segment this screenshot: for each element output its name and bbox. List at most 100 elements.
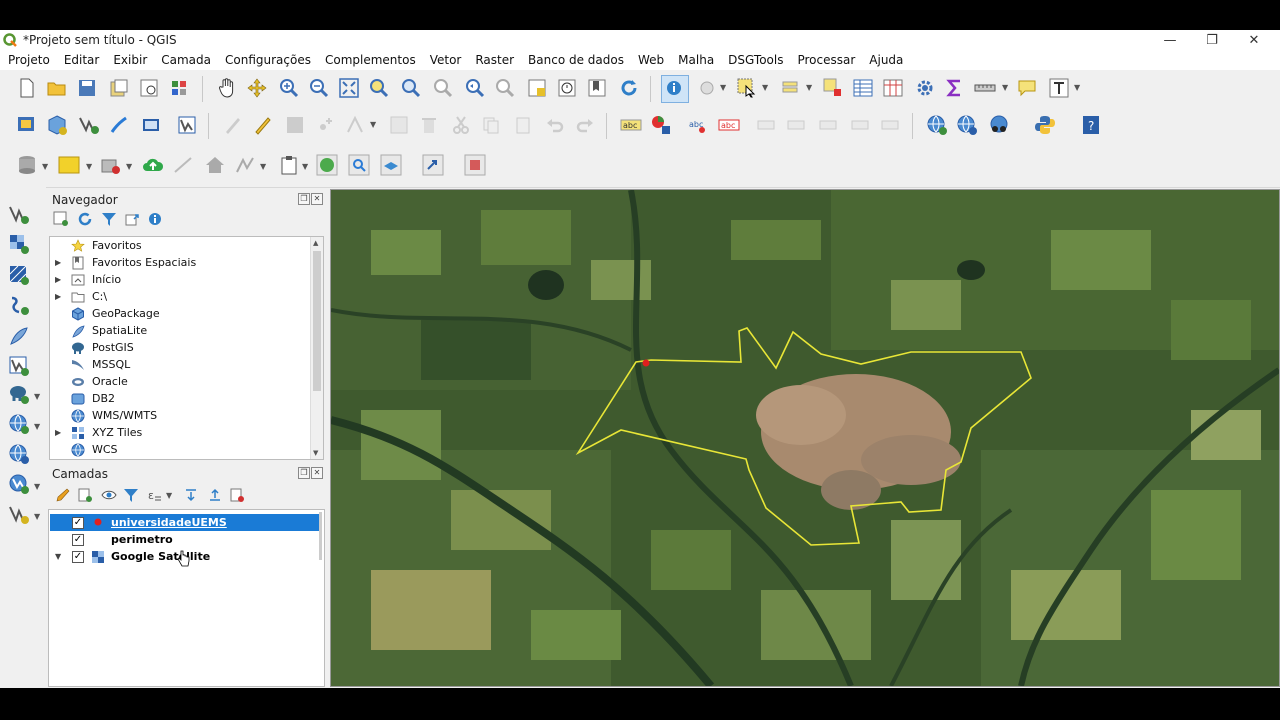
navigator-scrollbar[interactable]: ▲ ▼ [310,237,323,459]
layer-row-perimetro[interactable]: ✓ perimetro [50,531,321,548]
add-virtual-side-button[interactable] [8,355,30,377]
manage-map-themes-button[interactable] [100,486,118,504]
dropdown-arrow-icon[interactable]: ▼ [260,163,268,171]
add-postgis-layer-button[interactable] [8,383,30,405]
zoom-next-button[interactable] [494,77,516,99]
scrollbar-thumb[interactable] [313,251,321,391]
cloud-upload-button[interactable] [142,154,164,176]
menu-projeto[interactable]: Projeto [0,53,56,67]
expand-arrow-icon[interactable]: ▶ [55,258,61,267]
collapse-all-button[interactable] [124,210,142,228]
rotate-label-button[interactable] [786,114,808,136]
expand-arrow-icon[interactable]: ▶ [55,428,61,437]
add-selected-layers-button[interactable] [52,210,70,228]
new-project-button[interactable] [16,77,38,99]
close-button[interactable]: ✕ [1234,30,1274,50]
dropdown-arrow-icon[interactable]: ▼ [42,163,50,171]
expand-all-button[interactable] [182,486,200,504]
select-features-button[interactable] [736,77,758,99]
panel-undock-icon[interactable]: ❐ [298,193,310,205]
menu-configuracoes[interactable]: Configurações [217,53,317,67]
pan-map-button[interactable] [216,77,238,99]
menu-raster[interactable]: Raster [467,53,520,67]
collapse-all-layers-button[interactable] [206,486,224,504]
add-raster-layer-button[interactable] [8,233,30,255]
add-delimited-side-button[interactable] [8,294,30,316]
undo-button[interactable] [544,114,566,136]
dropdown-arrow-icon[interactable]: ▼ [720,84,728,92]
add-wfs-layer-button[interactable] [176,114,198,136]
save-project-button[interactable] [76,77,98,99]
add-delimited-text-button[interactable] [108,114,130,136]
print-layout-button[interactable] [138,77,160,99]
properties-info-button[interactable] [146,210,164,228]
attribute-table-button[interactable] [852,77,874,99]
refresh-button[interactable] [618,77,640,99]
add-wms-side-button[interactable] [8,413,30,435]
temporal-controller-button[interactable] [556,77,578,99]
paste-features-button[interactable] [512,114,534,136]
dropdown-arrow-icon[interactable]: ▼ [34,483,42,491]
multi-edit-button[interactable] [388,114,410,136]
dropdown-arrow-icon[interactable]: ▼ [1074,84,1082,92]
zoom-to-layer-button[interactable] [400,77,422,99]
identify-features-button[interactable] [661,75,689,103]
panel-close-icon[interactable]: ✕ [311,467,323,479]
refresh-browser-button[interactable] [76,210,94,228]
zoom-in-button[interactable] [278,77,300,99]
label-toolbar-button[interactable]: abc [718,114,740,136]
bookmarks-button[interactable] [586,77,608,99]
add-xyz-layer-button[interactable] [988,114,1010,136]
zoom-out-button[interactable] [308,77,330,99]
menu-complementos[interactable]: Complementos [317,53,422,67]
layer-visibility-checkbox[interactable]: ✓ [72,533,84,546]
cut-features-button[interactable] [450,114,472,136]
map-canvas[interactable] [330,189,1280,687]
deselect-all-button[interactable] [822,77,844,99]
vertex-add-button[interactable] [234,154,256,176]
dropdown-arrow-icon[interactable]: ▼ [166,492,174,500]
expand-arrow-icon[interactable]: ▶ [55,292,61,301]
menu-dsgtools[interactable]: DSGTools [720,53,789,67]
expand-arrow-icon[interactable]: ▶ [55,275,61,284]
zoom-full-button[interactable] [338,77,360,99]
remove-layer-button[interactable] [228,486,246,504]
add-vector-layer-side-button[interactable] [8,203,30,225]
layer-visibility-checkbox[interactable]: ✓ [72,550,84,563]
zoom-last-button[interactable] [464,77,486,99]
change-label-button[interactable] [818,114,840,136]
dropdown-arrow-icon[interactable]: ▼ [806,84,814,92]
universidade-point[interactable] [642,359,650,367]
dropdown-arrow-icon[interactable]: ▼ [1002,84,1010,92]
dropdown-arrow-icon[interactable]: ▼ [302,163,310,171]
menu-processar[interactable]: Processar [789,53,861,67]
toggle-editing-button[interactable] [222,114,244,136]
dropdown-arrow-icon[interactable]: ▼ [86,163,94,171]
data-source-manager-button[interactable] [16,114,38,136]
measure-line-button[interactable] [974,77,996,99]
menu-banco-de-dados[interactable]: Banco de dados [520,53,630,67]
home-button[interactable] [204,154,226,176]
highlight-pinned-labels-button[interactable]: abc [688,114,710,136]
add-group-button[interactable] [76,486,94,504]
show-hide-labels-button[interactable] [850,114,872,136]
layer-row-universidadeuems[interactable]: ✓ universidadeUEMS [50,514,321,531]
add-mesh-layer-button[interactable] [8,264,30,286]
scroll-up-arrow-icon[interactable]: ▲ [313,239,318,247]
dropdown-arrow-icon[interactable]: ▼ [34,393,42,401]
statistical-summary-button[interactable] [944,77,966,99]
collapse-arrow-icon[interactable]: ▼ [55,552,61,561]
dropdown-arrow-icon[interactable]: ▼ [762,84,770,92]
menu-ajuda[interactable]: Ajuda [861,53,909,67]
save-as-button[interactable] [108,77,130,99]
plugin-tool-button[interactable] [464,154,486,176]
current-edits-button[interactable] [252,114,274,136]
filter-legend-button[interactable] [122,486,140,504]
new-vector-layer-button[interactable] [8,503,30,525]
layer-styling-button[interactable] [54,486,72,504]
select-by-value-button[interactable] [780,77,802,99]
zoom-to-selection-button[interactable] [368,77,390,99]
menu-editar[interactable]: Editar [56,53,106,67]
dropdown-arrow-icon[interactable]: ▼ [370,121,378,129]
pan-to-selection-button[interactable] [246,77,268,99]
